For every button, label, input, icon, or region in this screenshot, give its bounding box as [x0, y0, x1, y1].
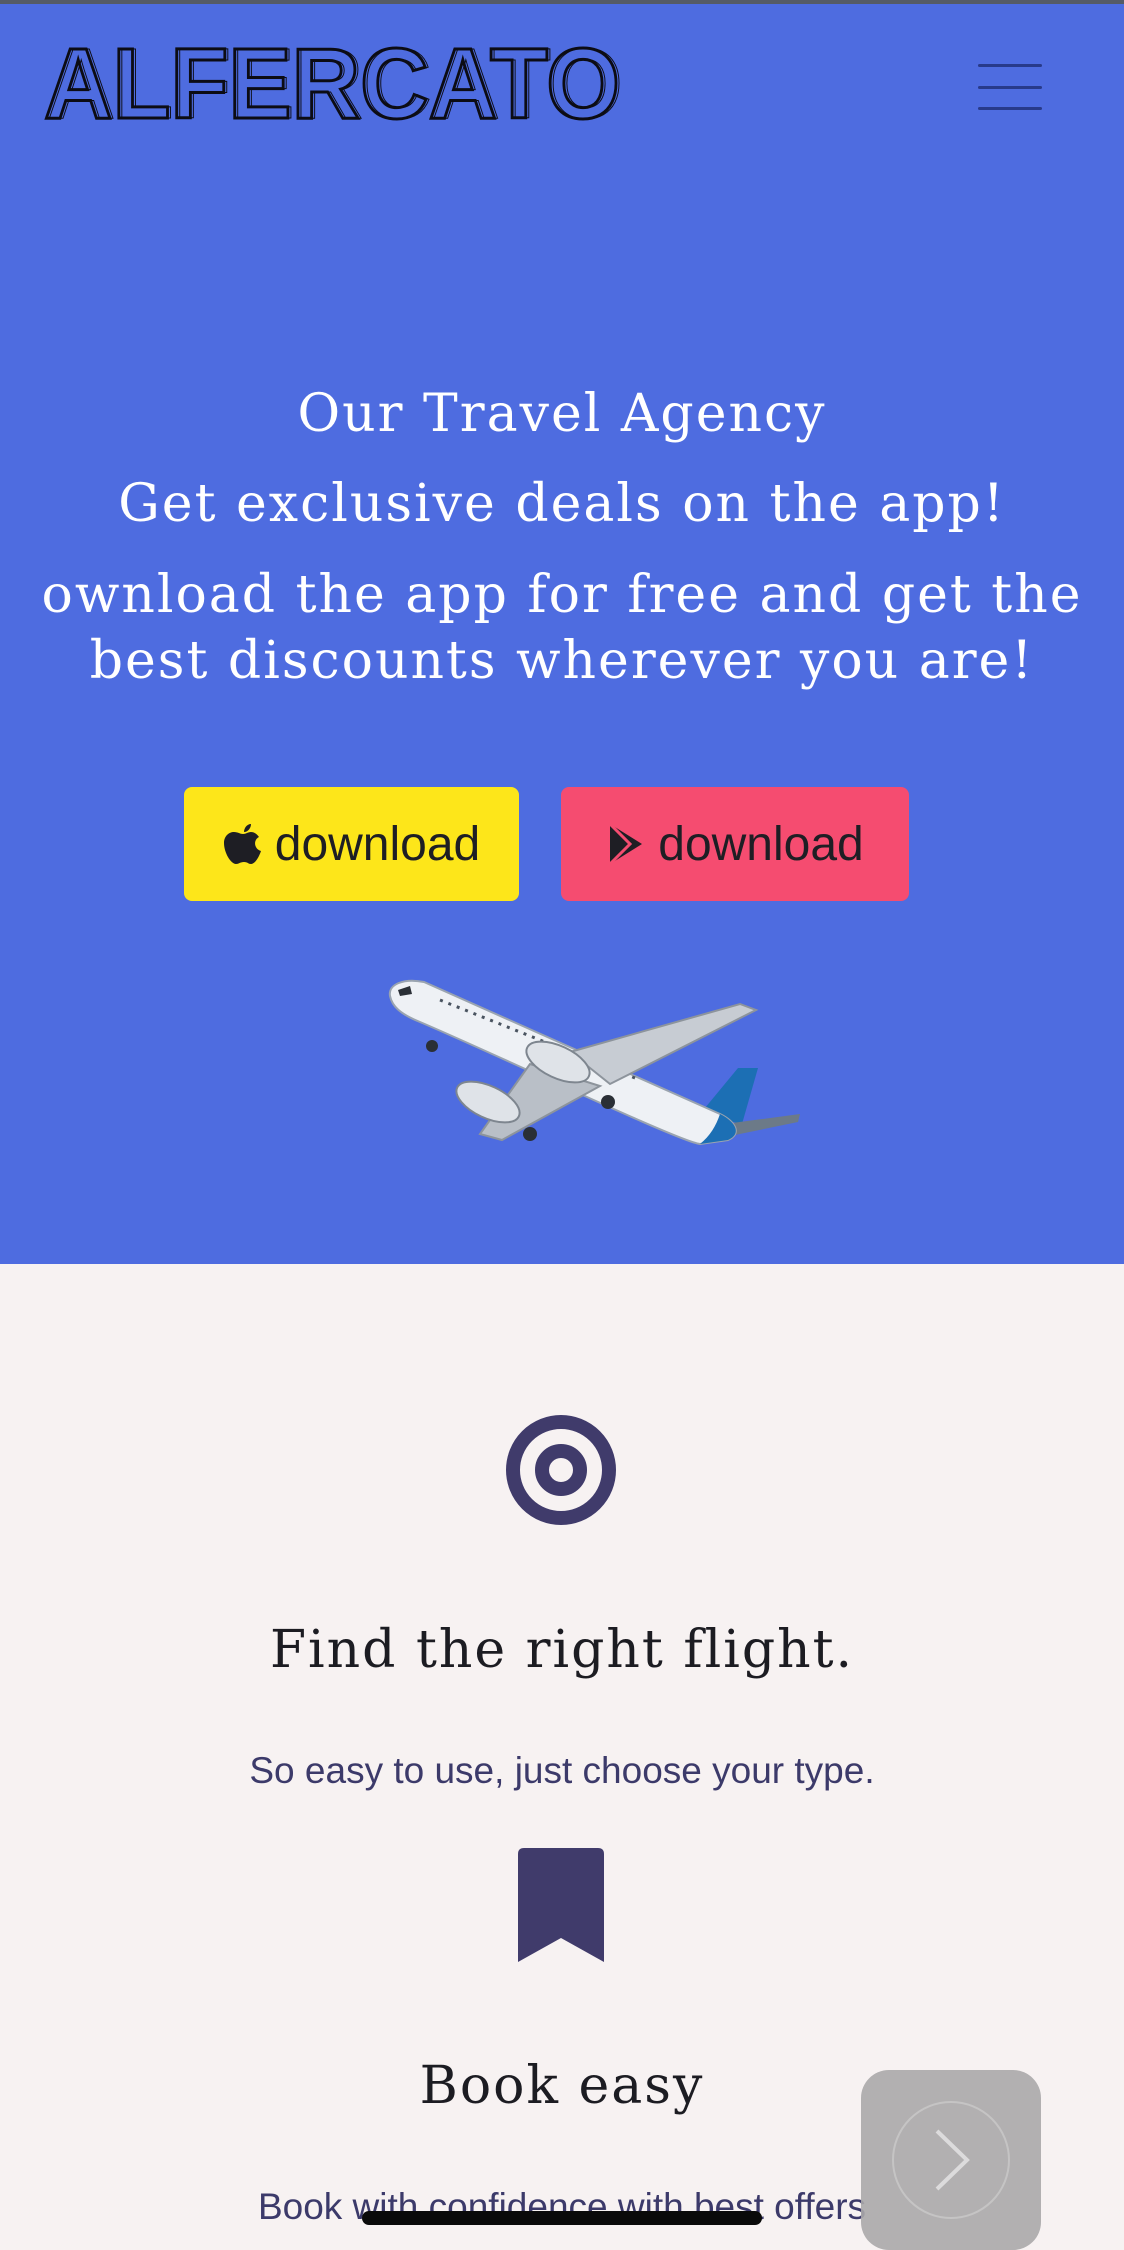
android-download-label: download [658, 817, 864, 871]
hero-title: Our Travel Agency [297, 384, 827, 444]
app-store-download-button[interactable]: download [184, 787, 519, 901]
menu-line [978, 64, 1042, 67]
next-slide-button[interactable] [861, 2070, 1041, 2250]
hero-description: ownload the app for free and get the bes… [41, 565, 1083, 691]
menu-line [978, 85, 1042, 89]
chevron-right-icon [935, 2129, 970, 2191]
status-bar-edge [0, 0, 1124, 4]
logo-wordmark: ALFERCATO ALFERCATO [43, 27, 624, 142]
feature-text: So easy to use, just choose your type. [249, 1750, 875, 1791]
play-store-icon [609, 822, 643, 866]
home-indicator [362, 2211, 762, 2225]
hero-section: ALFERCATO ALFERCATO Our Travel Agency Ge… [0, 0, 1124, 1264]
menu-line [978, 107, 1042, 110]
bookmark-icon [518, 1848, 604, 1962]
feature-title: Find the right flight. [269, 1620, 855, 1680]
airplane-image [388, 979, 800, 1146]
hero-subtitle: Get exclusive deals on the app! [118, 474, 1006, 534]
hamburger-menu-icon[interactable] [978, 64, 1042, 110]
next-button-ring [892, 2101, 1010, 2219]
apple-icon [223, 824, 261, 864]
play-store-download-button[interactable]: download [561, 787, 909, 901]
ios-download-label: download [274, 817, 481, 871]
target-icon [506, 1415, 616, 1525]
brand-logo[interactable]: ALFERCATO ALFERCATO [43, 27, 624, 142]
svg-text:ALFERCATO: ALFERCATO [47, 34, 623, 130]
